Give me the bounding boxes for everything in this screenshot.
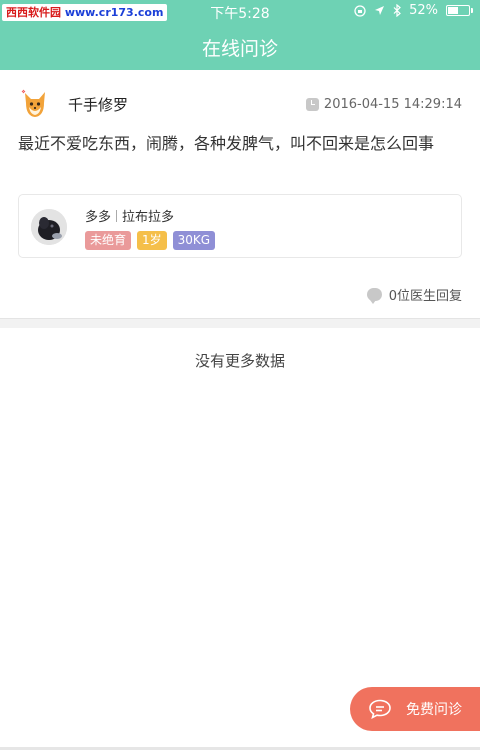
clock-icon — [305, 97, 319, 111]
pet-tag: 30KG — [172, 231, 216, 250]
pet-name: 多多 — [85, 210, 112, 225]
battery-fill — [448, 7, 458, 14]
pet-tags: 未绝育 1岁 30KG — [85, 231, 216, 250]
question-time: 2016-04-15 14:29:14 — [305, 96, 462, 112]
app-header: 西西软件园 www.cr173.com 下午5:28 52% 在线问诊 — [0, 0, 480, 70]
question-header: 千手修罗 2016-04-15 14:29:14 — [18, 86, 462, 122]
reply-count[interactable]: 0位医生回复 — [366, 285, 462, 304]
rotation-lock-icon — [354, 4, 366, 17]
status-bar: 西西软件园 www.cr173.com 下午5:28 52% — [0, 0, 480, 24]
question-card[interactable]: 千手修罗 2016-04-15 14:29:14 最近不爱吃东西，闹腾，各种发脾… — [0, 70, 480, 318]
pet-card[interactable]: 多多 拉布拉多 未绝育 1岁 30KG — [18, 194, 462, 258]
separator — [116, 209, 118, 222]
pet-name-row: 多多 拉布拉多 — [85, 206, 215, 225]
fox-avatar-icon — [21, 89, 45, 117]
page-title: 在线问诊 — [201, 37, 278, 60]
reply-count-label: 0位医生回复 — [388, 289, 462, 304]
timestamp: 2016-04-15 14:29:14 — [323, 96, 462, 112]
pet-tag: 未绝育 — [85, 231, 132, 250]
pet-breed: 拉布拉多 — [122, 210, 175, 225]
chat-bubble-icon — [366, 288, 382, 304]
pet-avatar — [31, 209, 67, 245]
pet-photo-icon — [31, 209, 67, 245]
free-consult-button[interactable]: 免费问诊 — [350, 687, 480, 731]
no-more-data: 没有更多数据 — [194, 352, 285, 370]
user-avatar[interactable] — [18, 87, 52, 121]
chat-icon — [369, 699, 391, 719]
location-arrow-icon — [375, 6, 385, 15]
pet-tag: 1岁 — [137, 231, 167, 250]
pet-info: 多多 拉布拉多 未绝育 1岁 30KG — [85, 206, 216, 250]
question-text: 最近不爱吃东西，闹腾，各种发脾气，叫不回来是怎么回事 — [18, 134, 435, 153]
free-consult-label: 免费问诊 — [406, 702, 462, 718]
section-divider — [0, 318, 480, 328]
bluetooth-icon — [393, 4, 401, 17]
nav-bar: 在线问诊 — [0, 24, 480, 70]
battery-percent: 52% — [409, 3, 438, 18]
battery-icon — [446, 5, 473, 16]
status-indicators: 52% — [354, 3, 473, 18]
username: 千手修罗 — [68, 95, 129, 114]
